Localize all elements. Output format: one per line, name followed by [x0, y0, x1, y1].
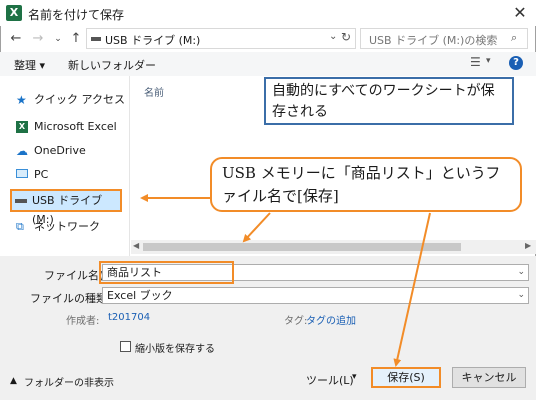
arrow-to-filename	[242, 212, 271, 243]
callout-worksheets-note: 自動的にすべてのワークシートが保存される	[264, 77, 514, 125]
arrow-to-save	[393, 212, 431, 367]
callout-save-instruction: USB メモリーに「商品リスト」というファイル名で[保存]	[210, 157, 522, 212]
